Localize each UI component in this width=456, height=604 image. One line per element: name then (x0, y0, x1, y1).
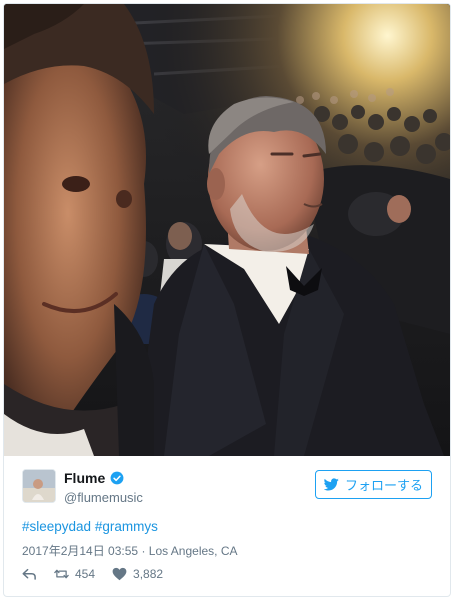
follow-button-label: フォローする (344, 478, 423, 493)
like-count: 3,882 (133, 567, 164, 581)
tweet-text: #sleepydad #grammys (22, 519, 158, 534)
heart-icon (112, 567, 127, 581)
author-avatar[interactable] (22, 469, 56, 503)
hashtag-link[interactable]: #sleepydad (22, 519, 91, 534)
reply-button[interactable] (22, 567, 37, 581)
avatar-image (23, 470, 55, 502)
tweet-timestamp[interactable]: 2017年2月14日 03:55 (22, 544, 138, 558)
like-button[interactable]: 3,882 (112, 567, 163, 581)
author-display-name[interactable]: Flume (64, 470, 105, 486)
tweet-meta: 2017年2月14日 03:55 · Los Angeles, CA (22, 542, 238, 559)
reply-icon (22, 568, 36, 580)
follow-button[interactable]: フォローする (315, 470, 432, 499)
retweet-icon (54, 569, 69, 579)
twitter-bird-icon (323, 478, 339, 491)
author-name-row[interactable]: Flume (64, 470, 124, 486)
tweet-photo[interactable] (4, 4, 450, 456)
retweet-button[interactable]: 454 (54, 567, 95, 581)
tweet-location[interactable]: Los Angeles, CA (149, 544, 238, 558)
tweet-card: Flume @flumemusic フォローする #sleepydad #gra… (3, 3, 451, 597)
tweet-photo-image (4, 4, 450, 456)
meta-separator: · (141, 544, 146, 558)
verified-badge-icon (110, 471, 124, 485)
retweet-count: 454 (75, 567, 96, 581)
hashtag-link[interactable]: #grammys (95, 519, 158, 534)
tweet-actions: 454 3,882 (22, 567, 180, 581)
author-screen-name[interactable]: @flumemusic (64, 490, 143, 505)
